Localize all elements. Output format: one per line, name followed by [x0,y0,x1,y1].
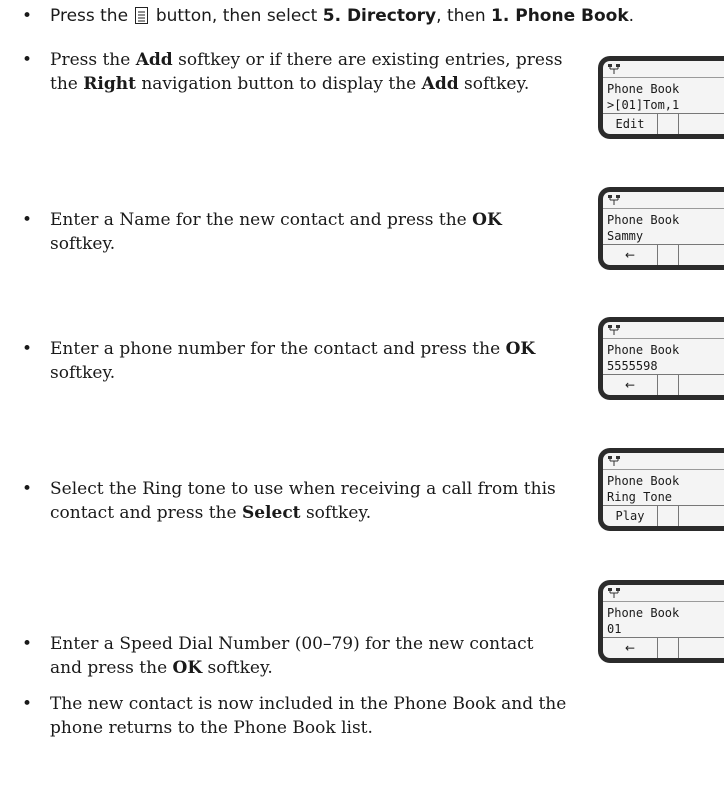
network-icon [608,64,620,74]
bullet-dot: • [22,339,33,359]
step-text: Enter a Speed Dial Number (00–79) for th… [50,634,534,678]
softkey-bar: Play [603,505,724,526]
lcd-line-2: 01 [607,622,622,636]
divider [603,338,724,339]
softkey-bar: ← [603,637,724,658]
back-arrow-icon: ← [603,638,658,658]
lcd-line-1: Phone Book [607,213,680,227]
back-arrow-icon: ← [603,375,658,395]
step-text: Enter a Name for the new contact and pre… [50,210,502,254]
lcd-display: Phone Book Ring Tone Play [603,453,724,526]
bullet-dot: • [22,694,33,714]
softkey-2 [658,506,679,526]
bullet-dot: • [22,634,33,654]
phone-screen-name: Phone Book Sammy ← [598,187,724,270]
phone-screen-number: Phone Book 5555598 ← [598,317,724,400]
lcd-display: Phone Book >[01]Tom,1 Edit [603,61,724,134]
divider [603,208,724,209]
lcd-display: Phone Book Sammy ← [603,192,724,265]
softkey-2 [658,114,679,134]
network-icon [608,325,620,335]
step-text: Press the button, then select 5. Directo… [50,6,635,26]
phone-screen-speed-dial: Phone Book 01 ← [598,580,724,663]
document-icon [135,7,149,24]
softkey-1: Edit [603,114,658,134]
step-text: The new contact is now included in the P… [50,694,567,738]
lcd-line-2: 5555598 [607,359,658,373]
lcd-line-2: Sammy [607,229,644,243]
bullet-dot: • [22,479,33,499]
lcd-display: Phone Book 5555598 ← [603,322,724,395]
bullet-dot: • [22,50,33,70]
lcd-line-1: Phone Book [607,606,680,620]
divider [603,77,724,78]
divider [603,601,724,602]
lcd-line-1: Phone Book [607,474,680,488]
lcd-line-2: Ring Tone [607,490,673,504]
bullet-dot: • [22,210,33,230]
softkey-1: Play [603,506,658,526]
softkey-2 [658,375,679,395]
network-icon [608,588,620,598]
softkey-bar: Edit [603,113,724,134]
softkey-bar: ← [603,374,724,395]
phone-screen-add: Phone Book >[01]Tom,1 Edit [598,56,724,139]
step-text: Select the Ring tone to use when receivi… [50,479,556,523]
divider [603,469,724,470]
lcd-line-1: Phone Book [607,343,680,357]
lcd-line-1: Phone Book [607,82,680,96]
bullet-dot: • [22,6,33,26]
phone-screen-ringtone: Phone Book Ring Tone Play [598,448,724,531]
network-icon [608,456,620,466]
softkey-2 [658,245,679,265]
step-text: Press the Add softkey or if there are ex… [50,50,563,94]
lcd-line-2: >[01]Tom,1 [607,98,680,112]
step-text: Enter a phone number for the contact and… [50,339,536,383]
network-icon [608,195,620,205]
lcd-display: Phone Book 01 ← [603,585,724,658]
softkey-bar: ← [603,244,724,265]
softkey-2 [658,638,679,658]
back-arrow-icon: ← [603,245,658,265]
